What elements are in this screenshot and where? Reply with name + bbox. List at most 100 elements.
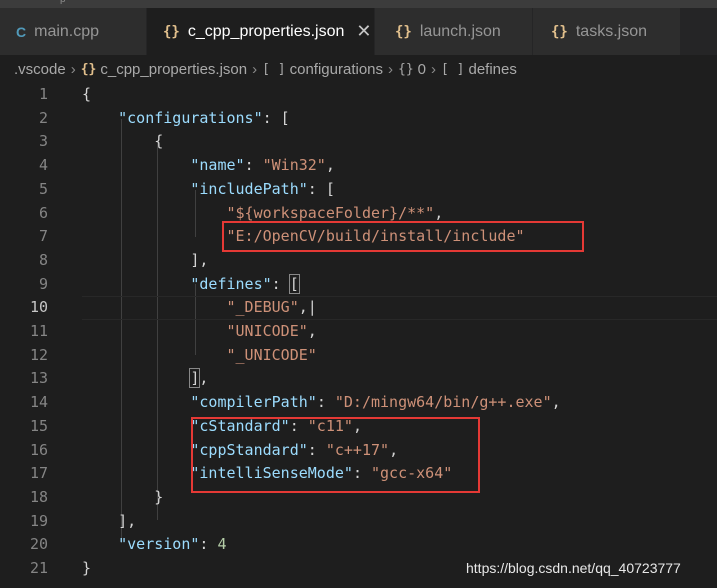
line-number: 13 — [29, 369, 48, 388]
breadcrumb: .vscode › {} c_cpp_properties.json › [ ]… — [0, 55, 717, 83]
highlight-box-standards — [191, 417, 480, 493]
code-token: "_DEBUG" — [226, 298, 299, 317]
title-bar-strip: p — [0, 0, 717, 8]
line-number: 16 — [29, 440, 48, 459]
code-text: ], — [82, 510, 136, 534]
code-line[interactable]: 13 ], — [0, 367, 717, 391]
code-token: ,| — [298, 298, 317, 317]
breadcrumb-item-index[interactable]: 0 — [418, 61, 426, 78]
code-token: "D:/mingw64/bin/g++.exe" — [334, 393, 552, 412]
line-number: 14 — [29, 393, 48, 412]
code-text: "name": "Win32", — [82, 154, 335, 178]
code-token: "UNICODE" — [226, 322, 308, 340]
code-token: [ — [288, 273, 300, 294]
code-line[interactable]: 20 "version": 4 — [0, 533, 717, 557]
code-text: ], — [82, 367, 208, 391]
code-text: } — [82, 486, 163, 510]
code-text: { — [82, 130, 163, 154]
code-line[interactable]: 4 "name": "Win32", — [0, 154, 717, 178]
code-token: : [ — [262, 108, 290, 127]
code-token: ], — [82, 250, 209, 269]
tab-c-cpp-properties-json[interactable]: {} c_cpp_properties.json ✕ — [147, 8, 375, 55]
code-token: "compilerPath" — [190, 393, 317, 412]
code-token: : — [244, 156, 263, 175]
highlight-box-include-path — [222, 221, 584, 252]
code-token: "name" — [190, 156, 245, 175]
chevron-right-icon: › — [252, 60, 258, 78]
code-token: { — [82, 85, 92, 103]
line-number: 11 — [29, 322, 48, 340]
watermark: https://blog.csdn.net/qq_40723777 — [466, 560, 681, 576]
line-number: 7 — [38, 227, 48, 246]
code-text: "defines": [ — [82, 273, 300, 297]
code-editor[interactable]: 1{2 "configurations": [3 {4 "name": "Win… — [0, 83, 717, 588]
code-line[interactable]: 9 "defines": [ — [0, 273, 717, 297]
code-line[interactable]: 3 { — [0, 130, 717, 154]
code-text: ], — [82, 249, 208, 273]
code-text: { — [82, 83, 91, 107]
code-token: ], — [82, 511, 137, 530]
code-text: "configurations": [ — [82, 107, 290, 131]
tab-tasks-json[interactable]: {} tasks.json — [533, 8, 681, 55]
close-icon[interactable]: ✕ — [356, 21, 371, 42]
tab-main-cpp[interactable]: C main.cpp — [0, 8, 147, 55]
code-token: : — [271, 274, 290, 293]
code-line[interactable]: 19 ], — [0, 510, 717, 534]
breadcrumb-item-vscode[interactable]: .vscode — [14, 61, 66, 78]
chevron-right-icon: › — [431, 60, 437, 78]
code-token: , — [551, 393, 561, 412]
cpp-file-icon: C — [16, 23, 27, 40]
breadcrumb-item-configurations[interactable]: configurations — [290, 61, 383, 78]
json-file-icon: {} — [80, 61, 97, 77]
chevron-right-icon: › — [388, 60, 394, 78]
tab-launch-json[interactable]: {} launch.json — [375, 8, 533, 55]
code-line[interactable]: 1{ — [0, 83, 717, 107]
editor-tab-bar: C main.cpp {} c_cpp_properties.json ✕ {}… — [0, 8, 717, 55]
code-line[interactable]: 12 "_UNICODE" — [0, 344, 717, 368]
code-line[interactable]: 2 "configurations": [ — [0, 107, 717, 131]
code-token: , — [434, 203, 444, 222]
line-number: 10 — [29, 298, 48, 317]
code-line[interactable]: 5 "includePath": [ — [0, 178, 717, 202]
tab-label: main.cpp — [34, 22, 100, 40]
line-number: 20 — [29, 535, 48, 554]
json-file-icon: {} — [395, 23, 412, 40]
code-token: "version" — [118, 535, 200, 554]
code-token: , — [307, 322, 317, 340]
line-number: 1 — [38, 85, 48, 103]
code-text: "includePath": [ — [82, 178, 335, 202]
array-symbol-icon: [ ] — [262, 61, 286, 77]
code-line[interactable]: 14 "compilerPath": "D:/mingw64/bin/g++.e… — [0, 391, 717, 415]
code-line[interactable]: 8 ], — [0, 249, 717, 273]
code-token: , — [325, 156, 335, 175]
breadcrumb-item-file[interactable]: c_cpp_properties.json — [100, 61, 247, 78]
code-token: "configurations" — [118, 108, 263, 127]
code-line[interactable]: 10 "_DEBUG",| — [0, 296, 717, 320]
tab-label: c_cpp_properties.json — [187, 22, 345, 40]
breadcrumb-item-defines[interactable]: defines — [469, 61, 517, 78]
line-number: 9 — [38, 274, 48, 293]
code-token: , — [199, 369, 209, 388]
code-text: "compilerPath": "D:/mingw64/bin/g++.exe"… — [82, 391, 561, 415]
code-token: "defines" — [190, 274, 272, 293]
tab-label: tasks.json — [575, 22, 647, 40]
code-token: 4 — [217, 535, 227, 554]
code-text: "version": 4 — [82, 533, 227, 557]
line-number: 8 — [38, 250, 48, 269]
code-token: "_UNICODE" — [226, 345, 317, 364]
line-number: 4 — [38, 156, 48, 175]
code-token: "includePath" — [190, 179, 308, 198]
code-token: : — [316, 393, 335, 412]
code-line[interactable]: 11 "UNICODE", — [0, 320, 717, 344]
